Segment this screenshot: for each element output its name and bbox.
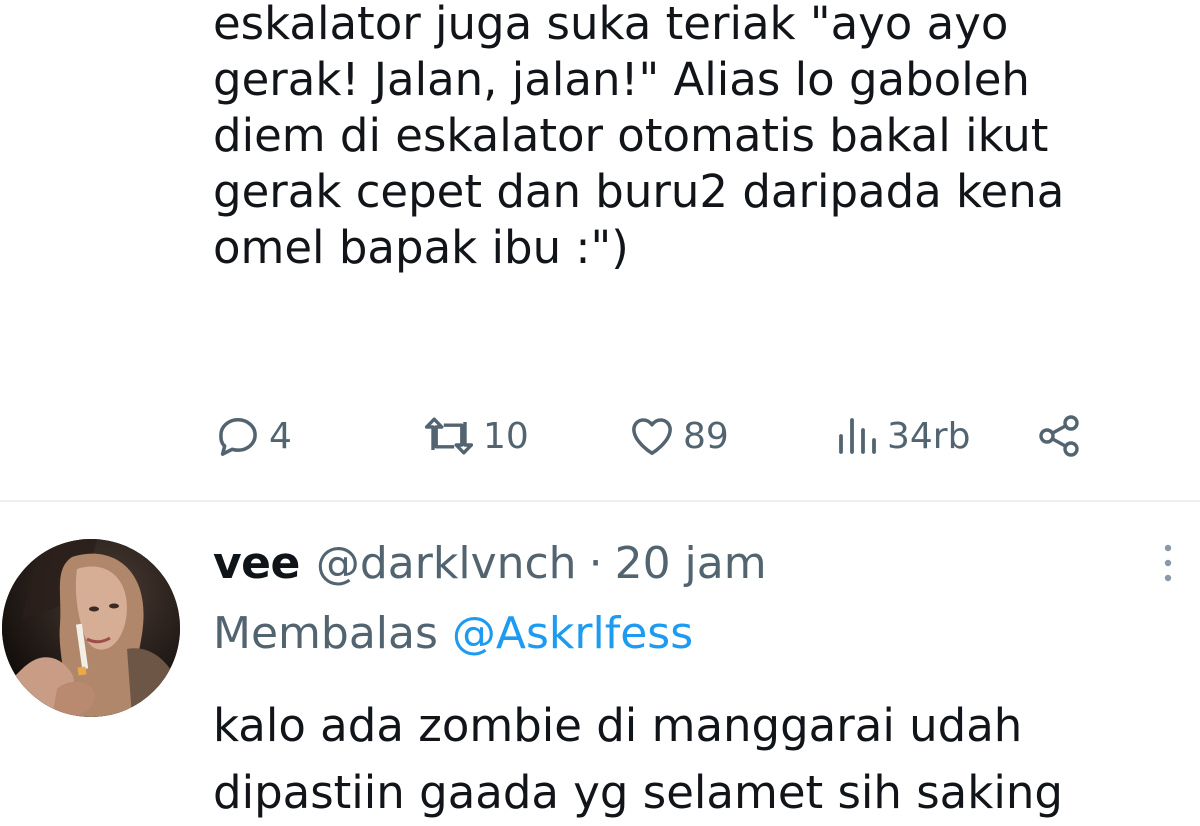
share-button[interactable]: [1035, 408, 1083, 464]
retweet-button[interactable]: 10: [421, 408, 529, 464]
retweet-count: 10: [483, 415, 529, 457]
like-icon: [632, 418, 672, 456]
views-button[interactable]: 34rb: [833, 408, 970, 464]
tweet-text: eskalator juga suka teriak "ayo ayo gera…: [213, 0, 1065, 274]
more-options-button[interactable]: [1158, 540, 1178, 590]
reply-count: 4: [269, 415, 292, 457]
tweet-action-bar: 4 10 89 34rb: [213, 408, 1193, 464]
views-icon: [839, 418, 876, 454]
views-count: 34rb: [887, 415, 971, 457]
user-handle[interactable]: @darklvnch: [316, 538, 577, 589]
like-button[interactable]: 89: [627, 408, 729, 464]
reply-header: vee @darklvnch · 20 jam: [213, 532, 767, 594]
more-icon: [1164, 544, 1172, 582]
reply-text: kalo ada zombie di manggarai udah dipast…: [213, 699, 1063, 819]
reply-button[interactable]: 4: [213, 408, 292, 464]
retweet-icon: [424, 417, 474, 455]
share-icon: [1039, 415, 1079, 457]
separator-dot: ·: [588, 537, 603, 589]
timestamp[interactable]: 20 jam: [615, 538, 767, 589]
avatar-photo: [2, 539, 180, 717]
like-count: 89: [683, 415, 729, 457]
replying-mention-link[interactable]: @Askrlfess: [452, 608, 693, 659]
reply-icon: [219, 417, 257, 456]
replying-label: Membalas: [213, 608, 438, 659]
tweet-divider: [0, 500, 1200, 502]
replying-to: Membalas @Askrlfess: [213, 608, 693, 659]
avatar[interactable]: [2, 539, 180, 717]
display-name[interactable]: vee: [213, 538, 300, 589]
